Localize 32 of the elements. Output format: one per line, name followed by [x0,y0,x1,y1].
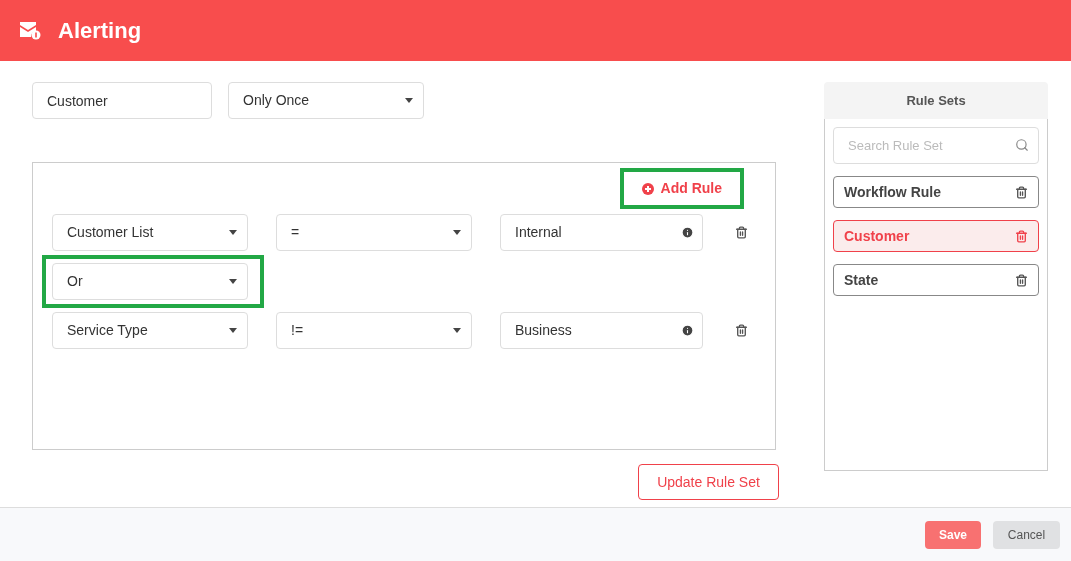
dropdown[interactable]: Only Once [228,82,424,119]
value-field[interactable]: Internal [500,214,703,251]
caret-icon [229,230,237,235]
trash-icon[interactable] [1015,273,1028,287]
dropdown[interactable]: = [276,214,472,251]
search-field[interactable]: Search Rule Set [833,127,1039,164]
mail-alert-icon [20,21,42,40]
dropdown[interactable]: Service Type [52,312,248,349]
trash-icon[interactable] [735,226,748,239]
trash-icon[interactable] [735,324,748,337]
trash-icon[interactable] [1015,185,1028,199]
update-rule-set-button[interactable]: Update Rule Set [638,464,779,500]
dropdown[interactable]: Customer List [52,214,248,251]
value-field[interactable]: Business [500,312,703,349]
caret-icon [229,279,237,284]
rule-set-item[interactable]: State [833,264,1039,296]
panel-header: Rule Sets [824,82,1048,119]
info-icon [681,324,694,337]
trash-icon[interactable] [1015,229,1028,243]
rule-set-item[interactable]: Workflow Rule [833,176,1039,208]
dropdown[interactable]: != [276,312,472,349]
caret-icon [405,98,413,103]
caret-icon [453,230,461,235]
name-field[interactable]: Customer [32,82,212,119]
caret-icon [453,328,461,333]
cancel-button[interactable]: Cancel [993,520,1060,549]
connector-dropdown[interactable]: Or [52,263,248,300]
caret-icon [229,328,237,333]
search-icon [1015,138,1029,152]
plus-circle-icon [641,182,654,195]
page-title: Alerting [58,17,142,45]
info-icon [681,226,694,239]
